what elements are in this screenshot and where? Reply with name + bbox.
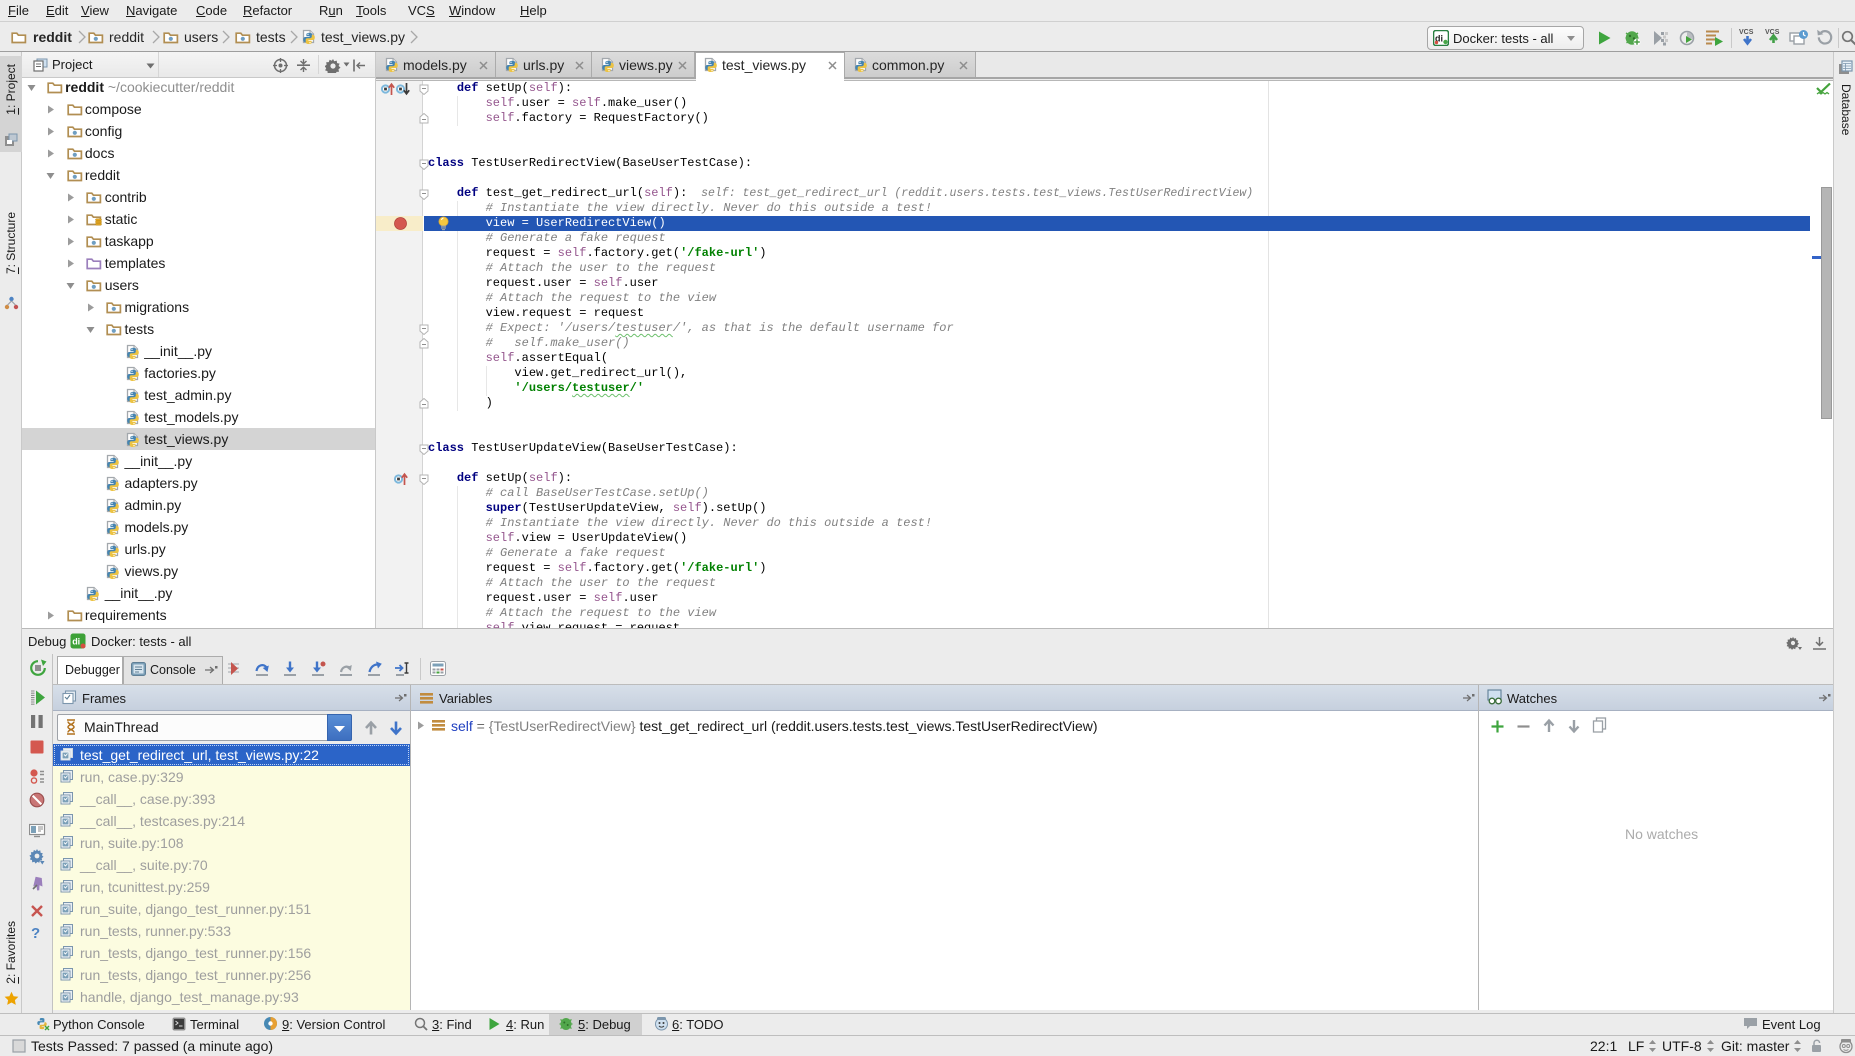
svg-text:di: di xyxy=(72,637,80,647)
svg-text:VCS: VCS xyxy=(1739,29,1754,36)
